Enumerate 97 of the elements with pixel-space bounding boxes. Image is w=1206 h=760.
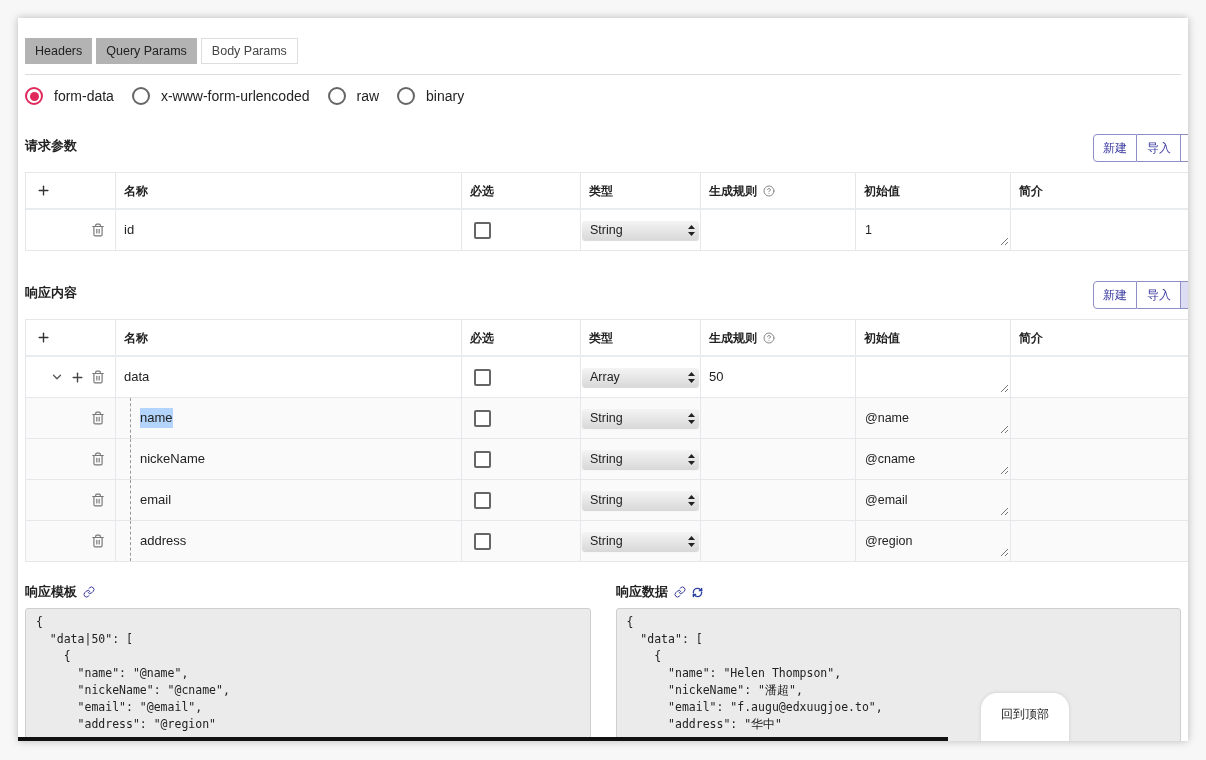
updown-arrows-icon <box>688 224 695 236</box>
resize-handle-icon <box>1000 384 1008 392</box>
column-header: 名称 <box>124 182 148 200</box>
column-header: 必选 <box>470 182 494 200</box>
initial-value-field[interactable]: @name <box>856 398 1011 438</box>
code-line: "nickeName": "潘超", <box>667 682 803 699</box>
updown-arrows-icon <box>688 371 695 383</box>
panel-title: 响应数据 <box>615 583 668 602</box>
radio-button[interactable] <box>25 87 43 105</box>
resize-handle-icon <box>1000 548 1008 556</box>
type-select[interactable]: String <box>582 531 699 551</box>
radio-label: binary <box>426 86 465 106</box>
code-line: "name": "Helen Thompson", <box>667 665 842 682</box>
radio-button[interactable] <box>131 87 150 105</box>
code-line: { <box>653 648 662 665</box>
required-checkbox[interactable] <box>474 221 491 239</box>
trash-icon[interactable] <box>91 452 105 466</box>
toolbar-button[interactable]: 导入 <box>1137 134 1181 162</box>
required-checkbox[interactable] <box>474 532 491 550</box>
field-name: nickeName <box>140 450 206 469</box>
column-header: 初始值 <box>864 329 900 347</box>
toolbar-button[interactable] <box>1181 134 1188 162</box>
field-name: email <box>140 491 172 510</box>
radio-label: x-www-form-urlencoded <box>160 86 310 106</box>
code-line: { <box>62 648 71 665</box>
rule-value: 50 <box>709 368 724 387</box>
radio-button[interactable] <box>327 87 346 105</box>
initial-value-field[interactable]: @email <box>856 480 1011 520</box>
required-checkbox[interactable] <box>474 450 491 468</box>
radio-label: raw <box>356 86 380 106</box>
column-header: 初始值 <box>864 182 900 200</box>
resize-handle-icon <box>1000 507 1008 515</box>
trash-icon[interactable] <box>91 493 105 507</box>
required-checkbox[interactable] <box>474 368 491 386</box>
code-line: { <box>626 614 634 631</box>
add-icon[interactable] <box>70 369 85 385</box>
required-checkbox[interactable] <box>474 409 491 427</box>
column-header: 生成规则 <box>709 182 757 200</box>
add-icon[interactable] <box>36 330 51 345</box>
code-line: "address": "@region" <box>76 716 216 733</box>
column-header: 名称 <box>124 329 148 347</box>
refresh-icon[interactable] <box>691 586 703 598</box>
updown-arrows-icon <box>688 535 695 547</box>
help-icon[interactable] <box>763 184 775 197</box>
column-header: 类型 <box>589 329 613 347</box>
required-checkbox[interactable] <box>474 491 491 509</box>
toolbar-button[interactable]: 新建 <box>1093 281 1137 309</box>
column-header: 简介 <box>1019 182 1043 200</box>
column-header: 生成规则 <box>709 329 757 347</box>
type-select[interactable]: Array <box>582 367 699 387</box>
back-to-top-button[interactable]: 回到顶部 <box>980 693 1069 741</box>
trash-icon[interactable] <box>91 534 105 548</box>
tab[interactable]: Headers <box>25 38 93 64</box>
tab[interactable]: Body Params <box>200 38 298 64</box>
code-line: "email": "@email", <box>76 699 203 716</box>
code-line: "data": [ <box>639 631 703 648</box>
trash-icon[interactable] <box>91 370 105 384</box>
initial-value-field[interactable]: 1 <box>856 210 1011 250</box>
code-line: "address": "华中" <box>667 716 783 733</box>
column-header: 简介 <box>1019 329 1043 347</box>
type-select[interactable]: String <box>582 220 699 240</box>
section-title: 响应内容 <box>25 283 77 302</box>
type-select[interactable]: String <box>582 490 699 510</box>
link-icon[interactable] <box>673 586 686 598</box>
radio-button[interactable] <box>397 87 416 105</box>
column-header: 类型 <box>589 182 613 200</box>
help-icon[interactable] <box>763 331 775 344</box>
panel-title: 响应模板 <box>25 583 77 602</box>
radio-label: form-data <box>54 86 114 106</box>
code-line: "nickeName": "@cname", <box>76 682 230 699</box>
section-title: 请求参数 <box>25 136 77 155</box>
code-line: { <box>36 614 43 631</box>
field-name: data <box>124 368 150 387</box>
trash-icon[interactable] <box>91 411 105 425</box>
updown-arrows-icon <box>688 494 695 506</box>
updown-arrows-icon <box>688 412 695 424</box>
resize-handle-icon <box>1000 237 1008 245</box>
code-line: "data|50": [ <box>48 631 133 648</box>
updown-arrows-icon <box>688 453 695 465</box>
field-name: name <box>140 408 173 428</box>
column-header: 必选 <box>470 329 494 347</box>
toolbar-button[interactable]: 新建 <box>1093 134 1137 162</box>
initial-value-field[interactable]: @region <box>856 521 1011 561</box>
initial-value-field[interactable]: @cname <box>856 439 1011 479</box>
code-line: "email": "f.augu@edxuugjoe.to", <box>667 699 883 716</box>
resize-handle-icon <box>1000 466 1008 474</box>
field-name: id <box>124 221 135 240</box>
tab[interactable]: Query Params <box>96 38 197 64</box>
resize-handle-icon <box>1000 425 1008 433</box>
type-select[interactable]: String <box>582 449 699 469</box>
toolbar-button[interactable]: 导入 <box>1137 281 1181 309</box>
link-icon[interactable] <box>83 586 95 598</box>
field-name: address <box>140 532 187 551</box>
code-line: "name": "@name", <box>76 665 189 682</box>
trash-icon[interactable] <box>91 223 105 237</box>
type-select[interactable]: String <box>582 408 699 428</box>
add-icon[interactable] <box>36 183 51 198</box>
